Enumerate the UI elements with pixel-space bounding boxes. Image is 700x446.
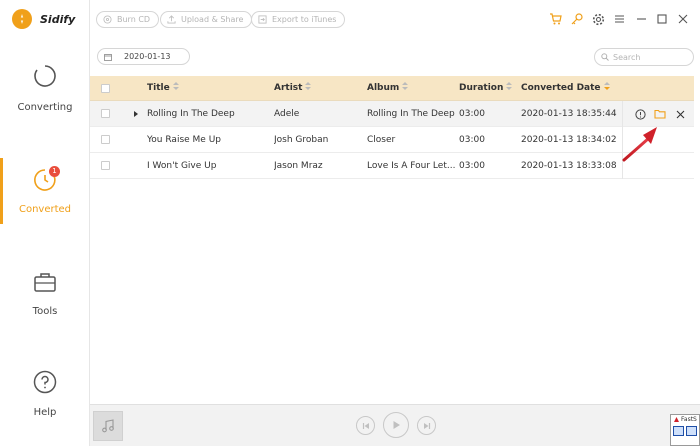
top-toolbar: Burn CD Upload & Share Export to iTunes [90, 0, 700, 40]
question-icon [33, 370, 57, 394]
next-button[interactable] [417, 416, 436, 435]
sidebar-item-help[interactable]: Help [0, 370, 90, 442]
table-row[interactable]: You Raise Me Up Josh Groban Closer 03:00… [90, 127, 694, 153]
gear-icon[interactable] [591, 12, 605, 26]
column-header-converted-date[interactable]: Converted Date [521, 76, 610, 101]
converted-count-badge: 1 [49, 166, 60, 177]
row-converted-date: 2020-01-13 18:35:44 [521, 109, 617, 119]
column-header-label: Artist [274, 83, 303, 93]
sort-desc-icon [603, 82, 610, 91]
faststone-title: FastS [671, 415, 699, 424]
upload-share-button[interactable]: Upload & Share [160, 11, 253, 28]
table-row[interactable]: I Won't Give Up Jason Mraz Love Is A Fou… [90, 153, 694, 179]
faststone-label: FastS [681, 416, 697, 423]
search-box[interactable] [594, 48, 694, 66]
window-icon[interactable] [673, 426, 684, 436]
key-icon[interactable] [570, 12, 584, 26]
sidebar-item-label: Tools [32, 306, 58, 317]
row-album: Love Is A Four Let... [367, 161, 455, 171]
search-icon [601, 53, 609, 61]
column-header-label: Duration [459, 83, 504, 93]
player-bar [90, 404, 700, 446]
sort-icon [402, 82, 409, 91]
sidebar-item-label: Converted [18, 204, 72, 215]
upload-share-label: Upload & Share [181, 15, 244, 24]
delete-icon[interactable] [673, 107, 687, 121]
filter-bar: 2020-01-13 [90, 40, 700, 76]
row-title: I Won't Give Up [147, 161, 217, 171]
previous-button[interactable] [356, 416, 375, 435]
export-itunes-label: Export to iTunes [272, 15, 337, 24]
row-duration: 03:00 [459, 161, 485, 171]
column-header-duration[interactable]: Duration [459, 76, 513, 101]
sidebar-item-converting[interactable]: Converting [0, 62, 90, 134]
close-icon[interactable] [676, 12, 690, 26]
upload-icon [167, 15, 176, 24]
next-icon [423, 422, 430, 429]
cart-icon[interactable] [548, 12, 562, 26]
toolbox-icon [34, 273, 56, 292]
calendar-icon [104, 53, 112, 61]
search-input[interactable] [613, 52, 693, 62]
music-note-icon [102, 419, 114, 433]
app-title: Sidify [40, 12, 76, 26]
column-header-label: Converted Date [521, 83, 601, 93]
row-artist: Adele [274, 109, 300, 119]
column-header-label: Album [367, 83, 400, 93]
column-header-artist[interactable]: Artist [274, 76, 312, 101]
export-icon [258, 15, 267, 24]
select-all-checkbox[interactable] [101, 84, 110, 93]
faststone-taskbar-widget[interactable]: FastS [670, 414, 700, 446]
maximize-icon[interactable] [655, 12, 669, 26]
burn-cd-label: Burn CD [117, 15, 151, 24]
sidebar-item-label: Converting [17, 102, 73, 113]
disc-icon [103, 15, 112, 24]
sort-icon [172, 82, 179, 91]
sort-icon [506, 82, 513, 91]
sidebar: Sidify Converting 1 Converted Tools Help [0, 0, 90, 446]
album-art [93, 411, 123, 441]
play-icon[interactable] [134, 111, 138, 117]
app-window: Sidify Converting 1 Converted Tools Help… [0, 0, 700, 446]
table-header: Title Artist Album Duration Converted Da… [90, 76, 694, 101]
date-filter[interactable]: 2020-01-13 [97, 48, 190, 65]
column-header-label: Title [147, 83, 170, 93]
minimize-icon[interactable] [634, 12, 648, 26]
row-duration: 03:00 [459, 135, 485, 145]
previous-icon [362, 422, 369, 429]
column-header-title[interactable]: Title [147, 76, 179, 101]
export-itunes-button[interactable]: Export to iTunes [251, 11, 346, 28]
row-checkbox[interactable] [101, 109, 110, 118]
row-album: Rolling In The Deep [367, 109, 455, 119]
sort-icon [305, 82, 312, 91]
row-converted-date: 2020-01-13 18:33:08 [521, 161, 617, 171]
row-artist: Jason Mraz [274, 161, 323, 171]
sidebar-item-tools[interactable]: Tools [0, 268, 90, 340]
row-checkbox[interactable] [101, 161, 110, 170]
spinner-icon [34, 65, 56, 87]
app-logo: Sidify [12, 8, 75, 30]
play-button[interactable] [383, 412, 409, 438]
row-duration: 03:00 [459, 109, 485, 119]
converted-table: Title Artist Album Duration Converted Da… [90, 76, 694, 179]
row-album: Closer [367, 135, 396, 145]
row-title: You Raise Me Up [147, 135, 221, 145]
faststone-buttons [671, 424, 699, 438]
row-checkbox[interactable] [101, 135, 110, 144]
table-row[interactable]: Rolling In The Deep Adele Rolling In The… [90, 101, 694, 127]
capture-icon[interactable] [686, 426, 697, 436]
row-artist: Josh Groban [274, 135, 329, 145]
menu-icon[interactable] [612, 12, 626, 26]
row-converted-date: 2020-01-13 18:34:02 [521, 135, 617, 145]
sidebar-item-label: Help [33, 407, 57, 418]
faststone-icon [674, 417, 679, 422]
sidebar-item-converted[interactable]: 1 Converted [0, 158, 90, 238]
date-filter-value: 2020-01-13 [124, 52, 171, 61]
logo-icon [12, 9, 32, 29]
annotation-arrow [622, 127, 657, 162]
play-icon [393, 421, 400, 429]
column-header-album[interactable]: Album [367, 76, 409, 101]
row-title: Rolling In The Deep [147, 109, 235, 119]
burn-cd-button[interactable]: Burn CD [96, 11, 160, 28]
